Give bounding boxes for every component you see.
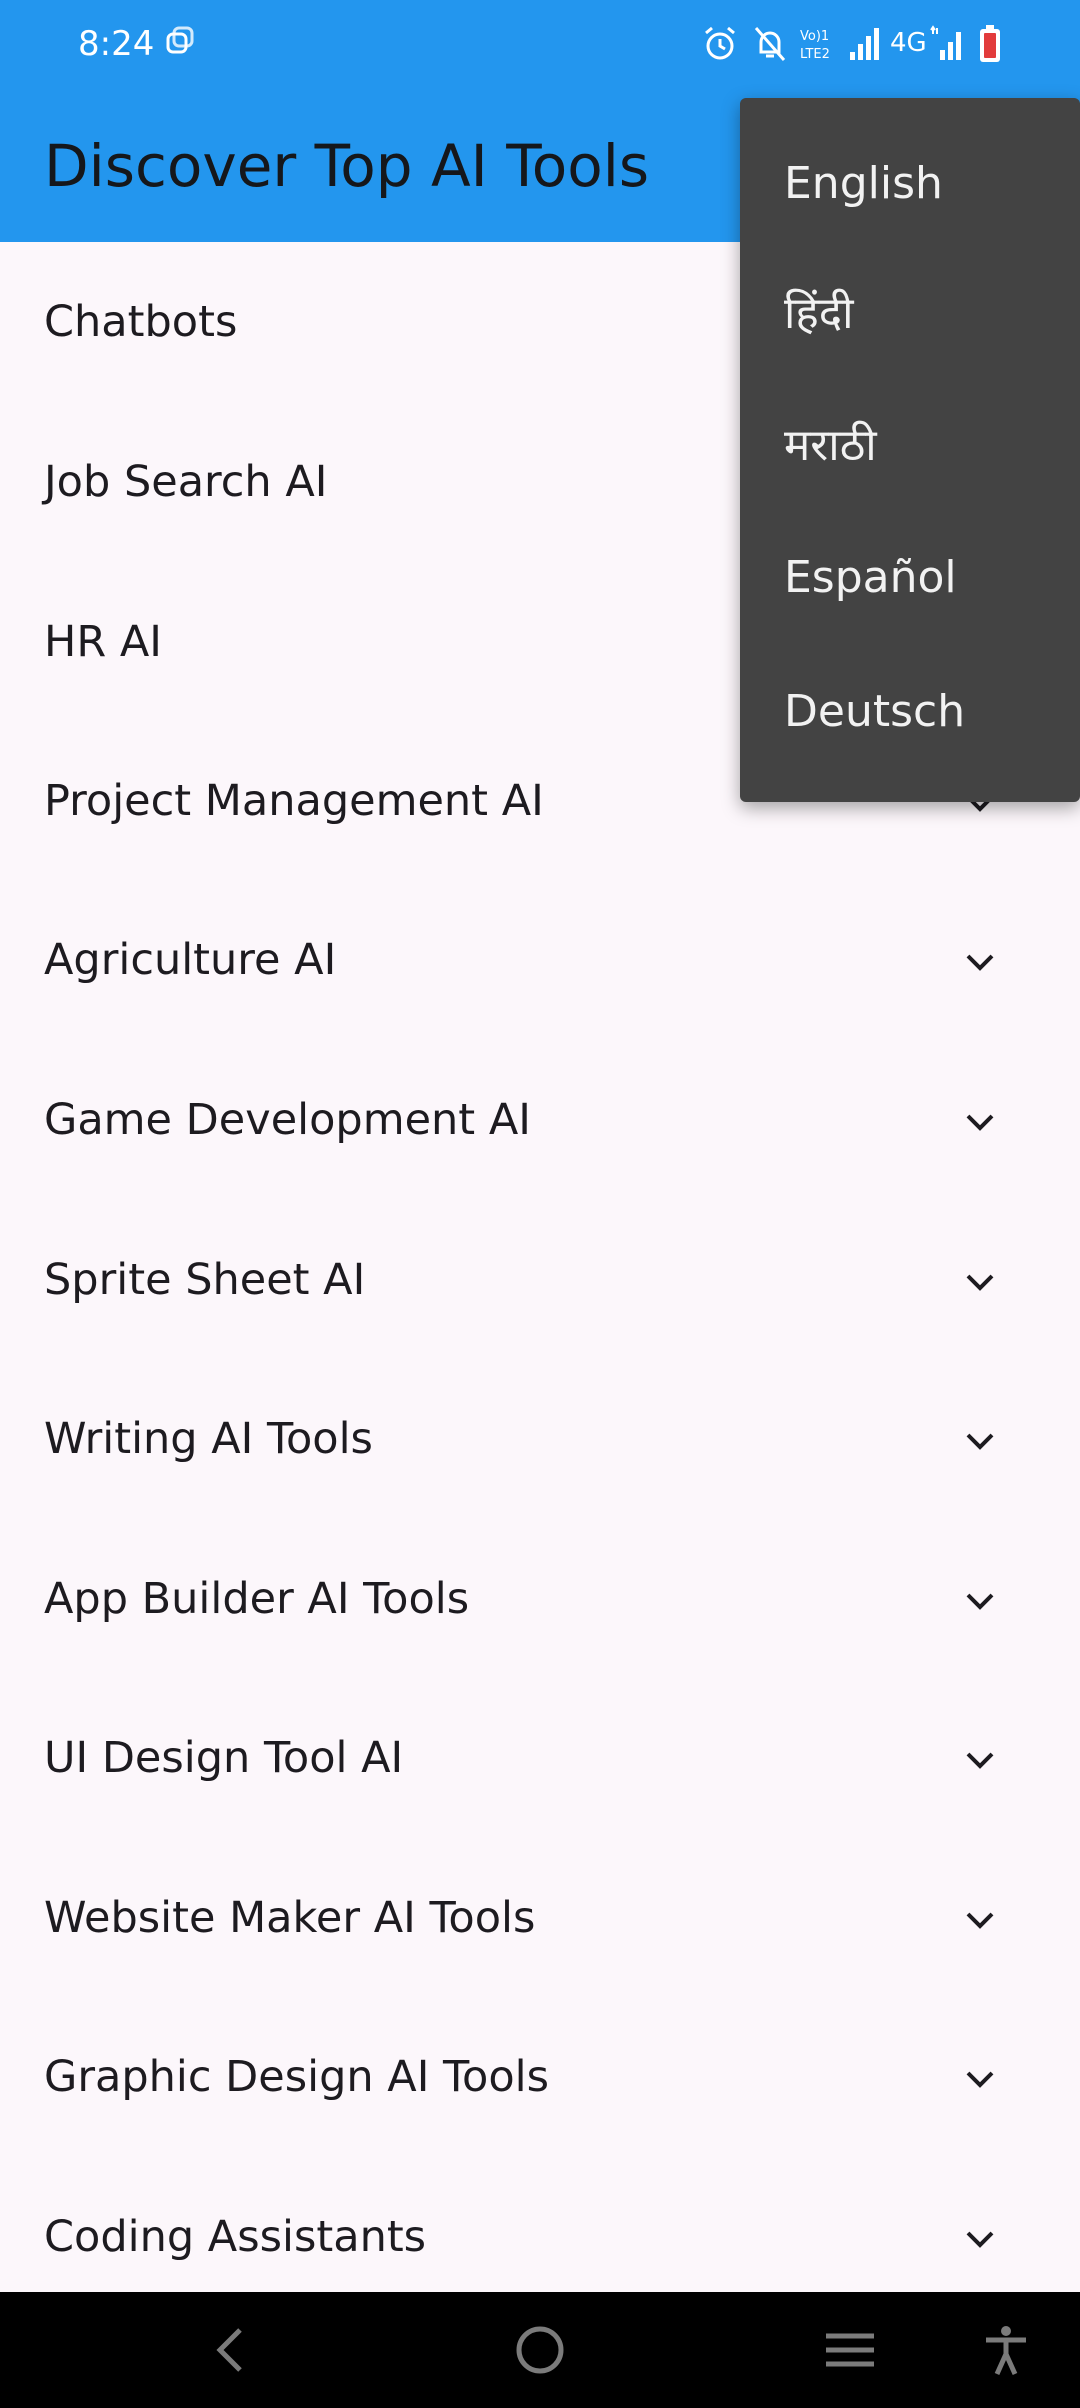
category-row-agriculture-ai[interactable]: Agriculture AI: [0, 880, 1080, 1040]
category-label: Sprite Sheet AI: [44, 1255, 366, 1305]
signal-icon: [850, 28, 879, 60]
category-label: Website Maker AI Tools: [44, 1893, 536, 1943]
status-bar: 8:24 Vo)1 LTE2 4G: [0, 0, 1080, 88]
category-label: Writing AI Tools: [44, 1414, 373, 1464]
language-option-label: English: [784, 158, 943, 209]
category-row-ui-design-tool-ai[interactable]: UI Design Tool AI: [0, 1678, 1080, 1838]
network-type-label: 4G: [890, 28, 927, 58]
chevron-down-icon: [966, 2231, 994, 2248]
chevron-down-icon: [966, 1114, 994, 1131]
category-label: UI Design Tool AI: [44, 1733, 404, 1783]
language-menu: English हिंदी मराठी Español Deutsch: [740, 98, 1080, 802]
category-row-app-builder-ai-tools[interactable]: App Builder AI Tools: [0, 1519, 1080, 1679]
category-row-website-maker-ai-tools[interactable]: Website Maker AI Tools: [0, 1838, 1080, 1998]
accessibility-icon[interactable]: [980, 2324, 1032, 2376]
language-option-label: Español: [784, 552, 957, 603]
category-label: Graphic Design AI Tools: [44, 2052, 549, 2102]
chevron-down-icon: [966, 1752, 994, 1769]
volte-icon: Vo)1 LTE2: [800, 29, 830, 62]
chevron-down-icon: [966, 954, 994, 971]
svg-text:LTE2: LTE2: [800, 47, 830, 62]
recents-icon[interactable]: [824, 2324, 876, 2376]
back-icon[interactable]: [206, 2324, 258, 2376]
category-row-sprite-sheet-ai[interactable]: Sprite Sheet AI: [0, 1200, 1080, 1360]
language-option-label: मराठी: [784, 420, 877, 471]
page-title: Discover Top AI Tools: [44, 132, 650, 200]
status-time: 8:24: [78, 24, 155, 64]
svg-text:Vo)1: Vo)1: [800, 29, 829, 44]
language-option-label: Deutsch: [784, 686, 966, 737]
signal-icon: [930, 25, 961, 60]
language-option-label: हिंदी: [784, 288, 854, 339]
category-row-writing-ai-tools[interactable]: Writing AI Tools: [0, 1359, 1080, 1519]
chevron-down-icon: [966, 1593, 994, 1610]
notifications-off-icon: [754, 27, 786, 61]
language-option-english[interactable]: English: [740, 118, 1080, 250]
system-nav-bar: [0, 2292, 1080, 2408]
category-label: Chatbots: [44, 297, 238, 347]
chevron-down-icon: [966, 1433, 994, 1450]
category-label: Game Development AI: [44, 1095, 531, 1145]
chevron-down-icon: [966, 1912, 994, 1929]
chevron-down-icon: [966, 2071, 994, 2088]
category-label: HR AI: [44, 617, 162, 667]
category-label: App Builder AI Tools: [44, 1574, 470, 1624]
category-row-graphic-design-ai-tools[interactable]: Graphic Design AI Tools: [0, 1997, 1080, 2157]
category-label: Coding Assistants: [44, 2212, 427, 2262]
language-option-hindi[interactable]: हिंदी: [740, 248, 1080, 380]
language-option-spanish[interactable]: Español: [740, 512, 1080, 644]
category-label: Project Management AI: [44, 776, 544, 826]
category-row-game-development-ai[interactable]: Game Development AI: [0, 1040, 1080, 1200]
sync-icon: [166, 26, 194, 54]
category-label: Job Search AI: [44, 457, 328, 507]
home-icon[interactable]: [514, 2324, 566, 2376]
language-option-marathi[interactable]: मराठी: [740, 380, 1080, 512]
battery-low-icon: [980, 25, 1000, 62]
category-row-coding-assistants[interactable]: Coding Assistants: [0, 2157, 1080, 2292]
category-label: Agriculture AI: [44, 935, 337, 985]
language-option-german[interactable]: Deutsch: [740, 646, 1080, 778]
chevron-down-icon: [966, 1274, 994, 1291]
alarm-icon: [705, 26, 735, 60]
